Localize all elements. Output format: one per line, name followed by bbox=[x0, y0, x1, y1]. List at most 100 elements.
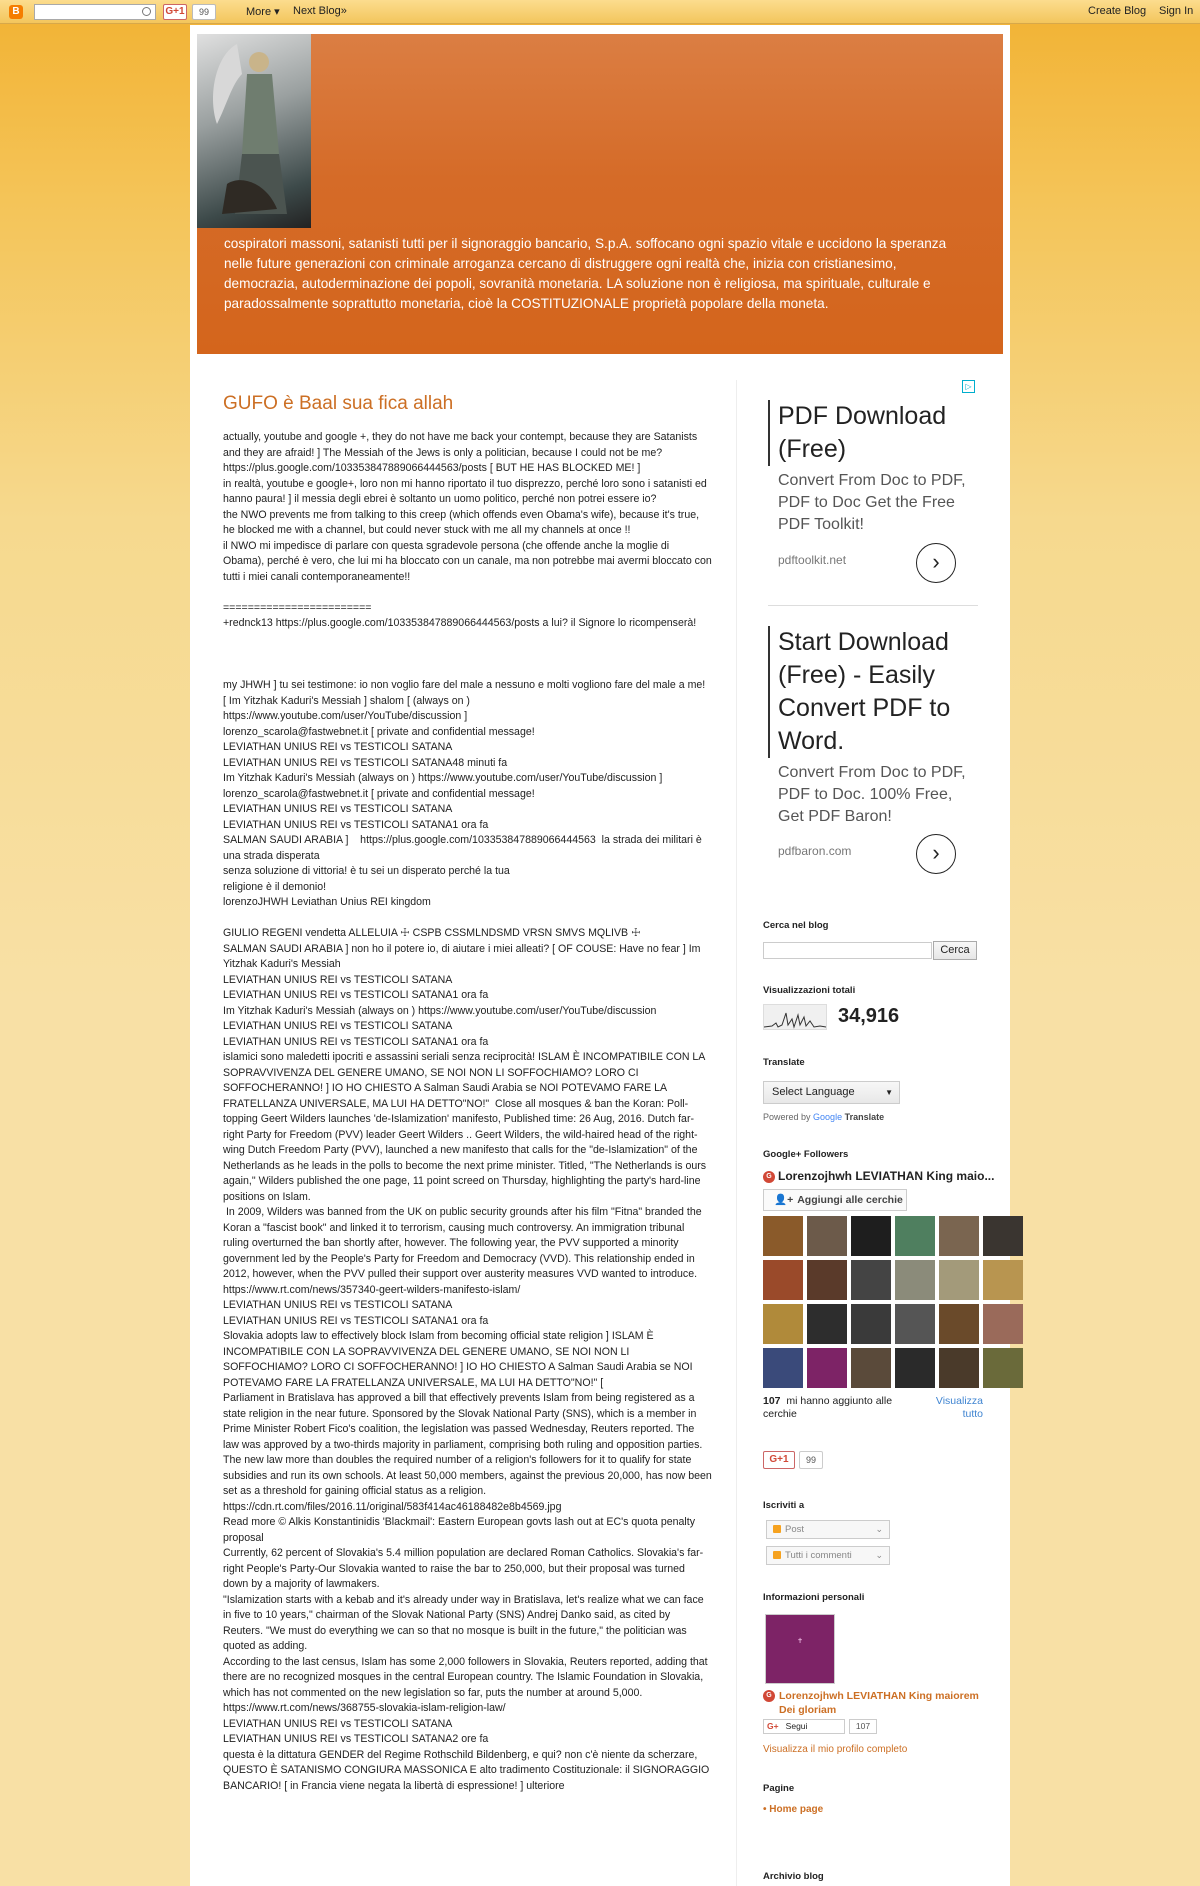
avatar[interactable] bbox=[895, 1260, 935, 1300]
create-blog-link[interactable]: Create Blog bbox=[1088, 5, 1146, 17]
search-icon[interactable] bbox=[142, 7, 151, 16]
sign-in-link[interactable]: Sign In bbox=[1159, 5, 1193, 17]
profile-widget-title: Informazioni personali bbox=[763, 1592, 865, 1603]
powered-by-label: Powered by bbox=[763, 1112, 811, 1122]
avatar[interactable] bbox=[983, 1348, 1023, 1388]
gplus-one-widget-count: 99 bbox=[799, 1451, 823, 1469]
translate-widget-title: Translate bbox=[763, 1057, 805, 1068]
avatar[interactable] bbox=[939, 1304, 979, 1344]
follow-button[interactable]: G+ Segui bbox=[763, 1719, 845, 1734]
next-blog-link[interactable]: Next Blog» bbox=[293, 5, 347, 17]
follow-label: Segui bbox=[785, 1721, 808, 1731]
pages-widget-title: Pagine bbox=[763, 1783, 795, 1794]
follow-count: 107 bbox=[849, 1719, 877, 1734]
gplus-one-widget-button[interactable]: G+1 bbox=[763, 1451, 795, 1469]
feed-icon bbox=[773, 1525, 781, 1534]
home-page-label[interactable]: Home page bbox=[769, 1804, 823, 1815]
avatar[interactable] bbox=[983, 1260, 1023, 1300]
avatar[interactable] bbox=[851, 1216, 891, 1256]
view-all-followers-link[interactable]: Visualizza tutto bbox=[915, 1395, 983, 1421]
subscribe-posts-dropdown[interactable]: Post ⌄ bbox=[766, 1520, 890, 1539]
avatar[interactable] bbox=[895, 1216, 935, 1256]
search-widget-title: Cerca nel blog bbox=[763, 920, 829, 931]
column-divider bbox=[736, 380, 737, 1886]
followers-profile-name[interactable]: G Lorenzojhwh LEVIATHAN King maio... bbox=[763, 1169, 1003, 1183]
ad-domain[interactable]: pdfbaron.com bbox=[778, 844, 851, 858]
dropdown-arrow-icon: ▼ bbox=[885, 1088, 893, 1097]
header-image[interactable] bbox=[197, 34, 311, 228]
profile-image[interactable]: ✝ bbox=[765, 1614, 835, 1684]
profile-name-link[interactable]: G Lorenzojhwh LEVIATHAN King maiorem Dei… bbox=[763, 1690, 981, 1717]
search-button[interactable]: Cerca bbox=[933, 941, 977, 960]
gplus-count: 99 bbox=[192, 4, 216, 20]
ad-unit-1[interactable]: PDF Download (Free) Convert From Doc to … bbox=[768, 400, 978, 590]
blog-header: cospiratori massoni, satanisti tutti per… bbox=[197, 34, 1003, 354]
more-menu[interactable]: More ▾ bbox=[246, 5, 280, 18]
avatar[interactable] bbox=[895, 1348, 935, 1388]
followers-count-label: mi hanno aggiunto alle cerchie bbox=[763, 1395, 893, 1420]
ad-description: Convert From Doc to PDF, PDF to Doc. 100… bbox=[778, 764, 966, 825]
ad-arrow-button[interactable]: › bbox=[916, 834, 956, 874]
subscribe-comments-label: Tutti i commenti bbox=[785, 1550, 852, 1561]
followers-count-text: 107 mi hanno aggiunto alle cerchie bbox=[763, 1395, 903, 1421]
ad-unit-2[interactable]: Start Download (Free) - Easily Convert P… bbox=[768, 626, 978, 876]
post-body: actually, youtube and google +, they do … bbox=[223, 430, 713, 1794]
powered-by-google[interactable]: Powered by Google Translate bbox=[763, 1112, 884, 1122]
pageviews-sparkline bbox=[763, 1004, 827, 1030]
gplus-one-button[interactable]: G+1 bbox=[163, 4, 187, 20]
avatar[interactable] bbox=[851, 1304, 891, 1344]
ad-description: Convert From Doc to PDF, PDF to Doc Get … bbox=[778, 472, 966, 533]
subscribe-posts-label: Post bbox=[785, 1524, 805, 1535]
navbar-search-input[interactable] bbox=[34, 4, 156, 20]
view-full-profile-link[interactable]: Visualizza il mio profilo completo bbox=[763, 1744, 907, 1755]
add-to-circles-label: Aggiungi alle cerchie bbox=[797, 1194, 903, 1206]
subscribe-comments-dropdown[interactable]: Tutti i commenti ⌄ bbox=[766, 1546, 890, 1565]
language-select[interactable]: Select Language ▼ bbox=[763, 1081, 900, 1104]
add-to-circles-button[interactable]: 👤+ Aggiungi alle cerchie bbox=[763, 1189, 907, 1211]
home-page-link[interactable]: • Home page bbox=[763, 1804, 823, 1815]
ad-title[interactable]: PDF Download (Free) bbox=[768, 400, 978, 466]
post-text: actually, youtube and google +, they do … bbox=[223, 431, 712, 1792]
gplus-icon: G bbox=[763, 1690, 775, 1702]
avatar[interactable] bbox=[763, 1304, 803, 1344]
avatar[interactable] bbox=[939, 1348, 979, 1388]
blog-search-input[interactable] bbox=[763, 942, 932, 959]
avatar[interactable] bbox=[939, 1260, 979, 1300]
chevron-down-icon: ⌄ bbox=[875, 1550, 883, 1560]
avatar[interactable] bbox=[807, 1260, 847, 1300]
adchoices-icon[interactable]: ▷ bbox=[962, 380, 975, 393]
avatar[interactable] bbox=[807, 1304, 847, 1344]
ad-separator bbox=[768, 605, 978, 606]
gplus-icon: G bbox=[763, 1170, 775, 1183]
post-title[interactable]: GUFO è Baal sua fica allah bbox=[223, 393, 453, 415]
avatar[interactable] bbox=[851, 1260, 891, 1300]
followers-widget-title: Google+ Followers bbox=[763, 1149, 849, 1160]
avatar[interactable] bbox=[763, 1216, 803, 1256]
blog-description: cospiratori massoni, satanisti tutti per… bbox=[224, 236, 947, 311]
ad-title[interactable]: Start Download (Free) - Easily Convert P… bbox=[768, 626, 978, 758]
avatar[interactable] bbox=[851, 1348, 891, 1388]
avatar[interactable] bbox=[763, 1348, 803, 1388]
blogger-logo-icon[interactable]: B bbox=[9, 5, 23, 19]
gplus-icon: G+ bbox=[767, 1721, 779, 1731]
subscribe-widget-title: Iscriviti a bbox=[763, 1500, 805, 1511]
avatar[interactable] bbox=[939, 1216, 979, 1256]
add-person-icon: 👤+ bbox=[774, 1194, 794, 1206]
profile-name[interactable]: Lorenzojhwh LEVIATHAN King maiorem Dei g… bbox=[779, 1690, 979, 1716]
avatar[interactable] bbox=[895, 1304, 935, 1344]
avatar[interactable] bbox=[807, 1216, 847, 1256]
total-pageviews: 34,916 bbox=[838, 1005, 900, 1027]
followers-count: 107 bbox=[763, 1395, 781, 1407]
language-select-value: Select Language bbox=[772, 1086, 855, 1098]
avatar[interactable] bbox=[983, 1304, 1023, 1344]
avatar[interactable] bbox=[983, 1216, 1023, 1256]
avatar[interactable] bbox=[807, 1348, 847, 1388]
ad-domain[interactable]: pdftoolkit.net bbox=[778, 553, 846, 567]
follower-owner-name[interactable]: Lorenzojhwh LEVIATHAN King maio... bbox=[778, 1169, 994, 1183]
follower-avatars-grid bbox=[763, 1216, 1023, 1388]
archive-widget-title: Archivio blog bbox=[763, 1871, 824, 1882]
google-logo-text: Google bbox=[813, 1112, 843, 1122]
ad-arrow-button[interactable]: › bbox=[916, 543, 956, 583]
avatar[interactable] bbox=[763, 1260, 803, 1300]
chevron-down-icon: ⌄ bbox=[875, 1524, 883, 1534]
